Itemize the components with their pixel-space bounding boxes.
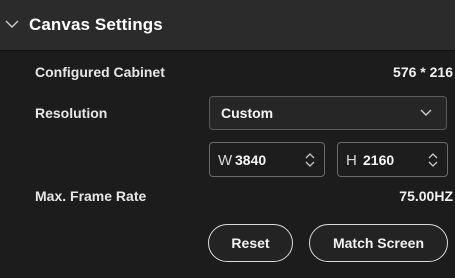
resolution-label: Resolution — [35, 105, 108, 121]
width-stepper[interactable]: W 3840 — [209, 142, 325, 177]
height-value[interactable]: 2160 — [363, 152, 394, 168]
resolution-select[interactable]: Custom — [209, 96, 447, 130]
up-down-arrows-icon[interactable] — [304, 151, 316, 169]
width-value[interactable]: 3840 — [235, 152, 266, 168]
chevron-down-icon — [420, 109, 432, 117]
section-title: Canvas Settings — [29, 15, 163, 34]
configured-cabinet-label: Configured Cabinet — [35, 64, 165, 80]
frame-rate-value: 75.00HZ — [399, 188, 453, 204]
section-header[interactable]: Canvas Settings — [0, 0, 455, 51]
canvas-settings-panel: Canvas Settings Configured Cabinet 576 *… — [0, 0, 455, 278]
reset-button[interactable]: Reset — [208, 224, 293, 262]
up-down-arrows-icon[interactable] — [427, 151, 439, 169]
resolution-selected-value: Custom — [221, 105, 274, 121]
width-prefix: W — [218, 152, 233, 169]
height-prefix: H — [346, 152, 357, 169]
match-screen-button[interactable]: Match Screen — [309, 224, 448, 262]
chevron-down-icon[interactable] — [5, 17, 19, 31]
configured-cabinet-value: 576 * 216 — [393, 64, 453, 80]
frame-rate-label: Max. Frame Rate — [35, 188, 147, 204]
height-stepper[interactable]: H 2160 — [337, 142, 448, 177]
